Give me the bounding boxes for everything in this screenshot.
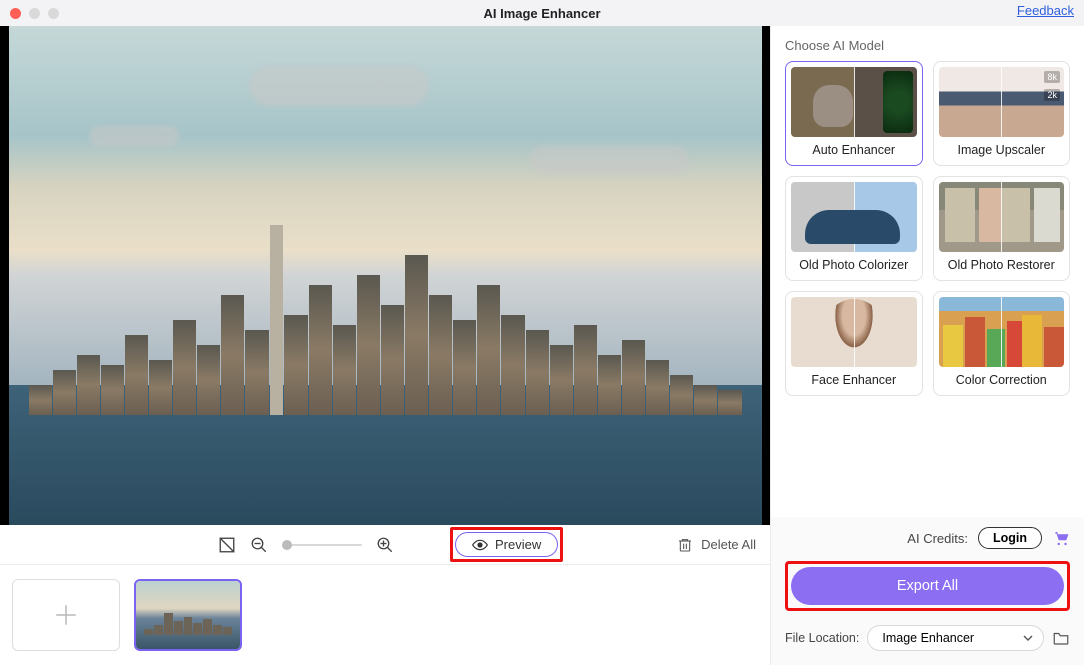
file-location-value: Image Enhancer bbox=[882, 631, 974, 645]
model-auto-enhancer[interactable]: Auto Enhancer bbox=[785, 61, 923, 166]
titlebar: AI Image Enhancer Feedback bbox=[0, 0, 1084, 26]
model-thumb: 8k 2k bbox=[939, 67, 1065, 137]
thumbnail-strip bbox=[0, 565, 770, 665]
model-label: Old Photo Restorer bbox=[939, 258, 1065, 272]
thumbnail-selected[interactable] bbox=[134, 579, 242, 651]
feedback-link[interactable]: Feedback bbox=[1017, 3, 1074, 18]
add-image-button[interactable] bbox=[12, 579, 120, 651]
model-thumb bbox=[791, 67, 917, 137]
model-old-photo-colorizer[interactable]: Old Photo Colorizer bbox=[785, 176, 923, 281]
maximize-window-icon[interactable] bbox=[48, 8, 59, 19]
model-label: Auto Enhancer bbox=[791, 143, 917, 157]
zoom-in-icon[interactable] bbox=[376, 536, 394, 554]
zoom-out-icon[interactable] bbox=[250, 536, 268, 554]
delete-all-button[interactable]: Delete All bbox=[677, 537, 756, 553]
model-thumb bbox=[791, 297, 917, 367]
file-location-select[interactable]: Image Enhancer bbox=[867, 625, 1044, 651]
model-old-photo-restorer[interactable]: Old Photo Restorer bbox=[933, 176, 1071, 281]
minimize-window-icon[interactable] bbox=[29, 8, 40, 19]
delete-all-label: Delete All bbox=[701, 537, 756, 552]
fit-screen-icon[interactable] bbox=[218, 536, 236, 554]
file-location-label: File Location: bbox=[785, 631, 859, 645]
upscale-badge-8k: 8k bbox=[1044, 71, 1060, 83]
app-title: AI Image Enhancer bbox=[0, 6, 1084, 21]
model-grid: Auto Enhancer 8k 2k Image Upscaler Old P… bbox=[785, 61, 1070, 396]
model-label: Face Enhancer bbox=[791, 373, 917, 387]
window-controls bbox=[10, 8, 59, 19]
ai-credits-label: AI Credits: bbox=[907, 531, 968, 546]
model-label: Color Correction bbox=[939, 373, 1065, 387]
model-color-correction[interactable]: Color Correction bbox=[933, 291, 1071, 396]
close-window-icon[interactable] bbox=[10, 8, 21, 19]
left-panel: Preview Delete All bbox=[0, 26, 770, 665]
preview-label: Preview bbox=[495, 537, 541, 552]
chevron-down-icon bbox=[1023, 633, 1033, 643]
export-all-button[interactable]: Export All bbox=[791, 567, 1064, 605]
model-thumb bbox=[939, 182, 1065, 252]
cart-icon[interactable] bbox=[1052, 529, 1070, 547]
upscale-badge-2k: 2k bbox=[1044, 89, 1060, 101]
eye-icon bbox=[472, 539, 488, 551]
model-thumb bbox=[939, 297, 1065, 367]
zoom-slider[interactable] bbox=[282, 544, 362, 546]
preview-image[interactable] bbox=[9, 26, 762, 525]
model-label: Image Upscaler bbox=[939, 143, 1065, 157]
trash-icon bbox=[677, 537, 693, 553]
image-stage bbox=[0, 26, 770, 525]
preview-highlight: Preview bbox=[450, 527, 563, 562]
open-folder-icon[interactable] bbox=[1052, 630, 1070, 646]
export-footer: AI Credits: Login Export All File Locati… bbox=[771, 517, 1084, 665]
model-image-upscaler[interactable]: 8k 2k Image Upscaler bbox=[933, 61, 1071, 166]
plus-icon bbox=[53, 602, 79, 628]
image-toolbar: Preview Delete All bbox=[0, 525, 770, 565]
model-face-enhancer[interactable]: Face Enhancer bbox=[785, 291, 923, 396]
preview-button[interactable]: Preview bbox=[455, 532, 558, 557]
export-highlight: Export All bbox=[785, 561, 1070, 611]
login-button[interactable]: Login bbox=[978, 527, 1042, 549]
right-panel: Choose AI Model Auto Enhancer 8k 2k Imag… bbox=[770, 26, 1084, 665]
model-thumb bbox=[791, 182, 917, 252]
model-label: Old Photo Colorizer bbox=[791, 258, 917, 272]
choose-model-label: Choose AI Model bbox=[785, 38, 1070, 53]
